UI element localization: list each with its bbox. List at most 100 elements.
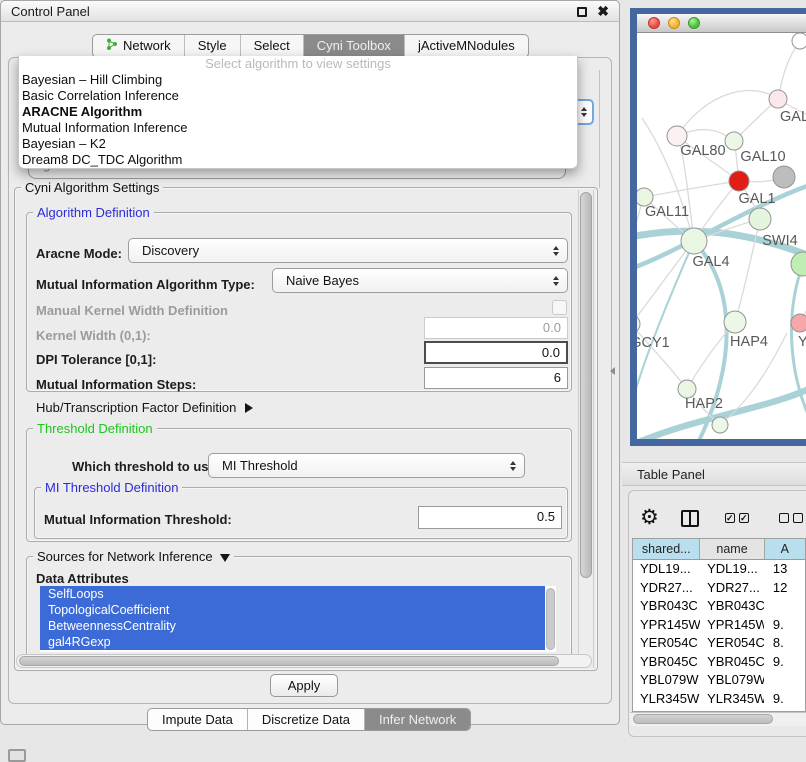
- network-node[interactable]: [725, 132, 743, 150]
- close-icon[interactable]: ✖: [597, 3, 609, 20]
- control-panel-tabs: Network Style Select Cyni Toolbox jActiv…: [92, 34, 529, 58]
- dropdown-item[interactable]: Bayesian – K2: [19, 136, 577, 152]
- column-header-clipped[interactable]: A: [765, 539, 805, 559]
- expanded-arrow-icon: [220, 554, 230, 562]
- control-panel-titlebar[interactable]: Control Panel ✖: [0, 0, 620, 22]
- tab[interactable]: jActiveMNodules: [404, 35, 528, 57]
- column-header-name[interactable]: name: [700, 539, 764, 559]
- network-node[interactable]: [791, 252, 806, 276]
- mi-algorithm-type-label: Mutual Information Algorithm Type:: [36, 277, 255, 292]
- bottom-tab[interactable]: Impute Data: [148, 709, 247, 730]
- dropdown-item[interactable]: Dream8 DC_TDC Algorithm: [19, 152, 577, 168]
- table-row[interactable]: YLR345W YLR345W 9.: [633, 690, 805, 709]
- checked-box-icon: ✓: [739, 513, 749, 523]
- network-node[interactable]: [773, 166, 795, 188]
- network-node[interactable]: [791, 314, 806, 332]
- table-row[interactable]: YDR27... YDR27... 12: [633, 579, 805, 598]
- dropdown-item-label: Dream8 DC_TDC Algorithm: [22, 152, 182, 167]
- select-all-columns-icon[interactable]: ✓ ✓: [725, 513, 749, 523]
- dropdown-item-label: Bayesian – Hill Climbing: [22, 72, 162, 87]
- mi-threshold-label: Mutual Information Threshold:: [44, 512, 232, 527]
- close-traffic-light[interactable]: [648, 17, 660, 29]
- network-node-label: Y: [798, 334, 806, 350]
- table-row[interactable]: YER054C YER054C 8.: [633, 634, 805, 653]
- network-node[interactable]: [792, 33, 806, 49]
- network-edge[interactable]: [637, 197, 644, 283]
- splitter-collapse-icon[interactable]: [610, 367, 615, 375]
- cell-clipped: 9.: [764, 616, 805, 635]
- which-threshold-combobox[interactable]: MI Threshold: [208, 453, 525, 478]
- cell-shared-name: YER054C: [633, 634, 700, 653]
- network-icon: [106, 38, 118, 54]
- mi-steps-input[interactable]: 6: [424, 367, 568, 389]
- network-node[interactable]: [637, 315, 640, 333]
- tab[interactable]: Cyni Toolbox: [303, 35, 404, 57]
- network-node[interactable]: [749, 208, 771, 230]
- apply-button[interactable]: Apply: [270, 674, 338, 697]
- table-row[interactable]: YBR045C YBR045C 9.: [633, 653, 805, 672]
- dropdown-item[interactable]: Mutual Information Inference: [19, 120, 577, 136]
- attribute-list-item[interactable]: gal4RGexp: [40, 634, 545, 650]
- settings-vertical-scrollbar-thumb[interactable]: [580, 192, 592, 578]
- network-node[interactable]: [712, 417, 728, 433]
- hub-definition-toggle[interactable]: Hub/Transcription Factor Definition: [36, 400, 253, 415]
- mi-steps-label: Mutual Information Steps:: [36, 377, 196, 392]
- gear-icon[interactable]: ⚙: [640, 504, 659, 532]
- dpi-tolerance-label: DPI Tolerance [0,1]:: [36, 352, 156, 367]
- settings-horizontal-scrollbar-thumb[interactable]: [19, 656, 559, 666]
- deselect-all-columns-icon[interactable]: [779, 513, 803, 523]
- bottom-tab[interactable]: Discretize Data: [247, 709, 364, 730]
- zoom-traffic-light[interactable]: [688, 17, 700, 29]
- network-node[interactable]: [769, 90, 787, 108]
- network-node-label: HAP2: [685, 396, 723, 412]
- network-edge[interactable]: [637, 324, 687, 389]
- table-toolbar: ⚙ ✓ ✓: [636, 503, 806, 533]
- mi-threshold-input[interactable]: 0.5: [418, 506, 562, 529]
- unchecked-box-icon: [779, 513, 789, 523]
- table-row[interactable]: YBR043C YBR043C: [633, 597, 805, 616]
- algorithm-dropdown-popup: Select algorithm to view settings Bayesi…: [18, 56, 578, 169]
- table-horizontal-scrollbar-thumb[interactable]: [633, 714, 773, 724]
- cyni-algorithm-settings-title: Cyni Algorithm Settings: [21, 180, 163, 195]
- table-row[interactable]: YDL19... YDL19... 13: [633, 560, 805, 579]
- tab[interactable]: Network: [93, 35, 184, 57]
- minimized-window-icon[interactable]: [8, 749, 26, 762]
- mi-algorithm-type-combobox[interactable]: Naive Bayes: [272, 268, 568, 293]
- minimize-traffic-light[interactable]: [668, 17, 680, 29]
- attribute-list-item[interactable]: BetweennessCentrality: [40, 618, 545, 634]
- bottom-tab[interactable]: Infer Network: [364, 709, 470, 730]
- which-threshold-value: MI Threshold: [222, 458, 298, 473]
- attribute-list-item[interactable]: SelfLoops: [40, 586, 545, 602]
- network-node-label: SWI4: [762, 233, 797, 249]
- network-edge[interactable]: [644, 181, 739, 197]
- kernel-width-input[interactable]: 0.0: [424, 317, 568, 339]
- cell-name: YER054C: [700, 634, 764, 653]
- attribute-list-item[interactable]: TopologicalCoefficient: [40, 602, 545, 618]
- tab[interactable]: Style: [184, 35, 240, 57]
- dropdown-item-label: ARACNE Algorithm: [22, 104, 142, 119]
- network-node[interactable]: [681, 228, 707, 254]
- network-window-titlebar[interactable]: [637, 14, 806, 33]
- column-header-shared-name[interactable]: shared...: [633, 539, 700, 559]
- network-canvas[interactable]: GAL80GAL10GALGAL1GAL11SWI4GAL4GCY1HAP4YH…: [637, 33, 806, 439]
- aracne-mode-combobox[interactable]: Discovery: [128, 238, 568, 263]
- mi-algorithm-type-value: Naive Bayes: [286, 273, 359, 288]
- dropdown-item[interactable]: ARACNE Algorithm: [19, 104, 577, 120]
- table-panel-header[interactable]: Table Panel: [622, 462, 806, 486]
- float-window-icon[interactable]: [577, 7, 587, 17]
- dropdown-item[interactable]: Bayesian – Hill Climbing: [19, 72, 577, 88]
- threshold-definition-title: Threshold Definition: [33, 421, 157, 436]
- sources-group-toggle[interactable]: Sources for Network Inference: [33, 549, 234, 564]
- tab[interactable]: Select: [240, 35, 303, 57]
- kernel-width-label: Kernel Width (0,1):: [36, 328, 151, 343]
- dpi-tolerance-input[interactable]: 0.0: [424, 341, 568, 364]
- dropdown-item[interactable]: Basic Correlation Inference: [19, 88, 577, 104]
- table-row[interactable]: YPR145W YPR145W 9.: [633, 616, 805, 635]
- attribute-list-scrollbar-thumb[interactable]: [546, 588, 555, 650]
- table-row[interactable]: YBL079W YBL079W: [633, 671, 805, 690]
- network-node[interactable]: [729, 171, 749, 191]
- split-columns-icon[interactable]: [681, 510, 699, 527]
- spinner-up-icon: [581, 107, 587, 111]
- network-node[interactable]: [724, 311, 746, 333]
- manual-kernel-width-checkbox[interactable]: [552, 300, 567, 315]
